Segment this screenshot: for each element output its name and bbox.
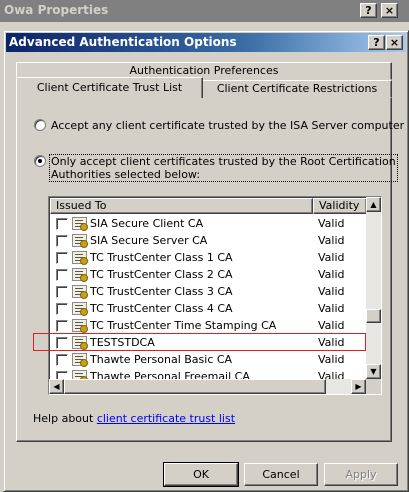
scrollbar-corner: [366, 379, 381, 394]
issued-to: TC TrustCenter Class 1 CA: [90, 251, 233, 264]
certificate-icon: [72, 268, 88, 282]
list-item[interactable]: SIA Secure Server CA Valid: [49, 232, 369, 249]
vertical-scroll-thumb[interactable]: [366, 309, 381, 323]
only-accept-label[interactable]: Only accept client certificates trusted …: [49, 154, 398, 182]
tab-client-certificate-restrictions[interactable]: Client Certificate Restrictions: [202, 80, 392, 98]
owner-title: Owa Properties: [4, 3, 109, 17]
scroll-down-arrow-icon[interactable]: ▼: [366, 364, 381, 379]
only-accept-line1: Only accept client certificates trusted …: [51, 155, 396, 168]
cancel-button[interactable]: Cancel: [244, 463, 318, 486]
accept-any-label[interactable]: Accept any client certificate trusted by…: [51, 119, 404, 132]
row-checkbox[interactable]: [56, 320, 68, 332]
row-checkbox[interactable]: [56, 269, 68, 281]
certificate-icon: [72, 251, 88, 265]
owner-help-button[interactable]: ?: [360, 3, 377, 18]
validity: Valid: [318, 251, 345, 264]
issued-to: TC TrustCenter Time Stamping CA: [90, 319, 277, 332]
ok-button[interactable]: OK: [163, 462, 239, 487]
apply-button[interactable]: Apply: [324, 463, 398, 486]
certificate-icon: [72, 319, 88, 333]
certificate-icon: [72, 217, 88, 231]
row-checkbox[interactable]: [56, 286, 68, 298]
list-item[interactable]: TC TrustCenter Time Stamping CA Valid: [49, 317, 369, 334]
scroll-up-arrow-icon[interactable]: ▲: [366, 197, 381, 212]
accept-any-radio[interactable]: [34, 119, 46, 131]
validity: Valid: [318, 234, 345, 247]
issued-to: Thawte Personal Basic CA: [90, 353, 233, 366]
help-prefix: Help about: [33, 412, 97, 425]
validity: Valid: [318, 268, 345, 281]
validity: Valid: [318, 285, 345, 298]
dialog-title-bar[interactable]: Advanced Authentication Options: [6, 33, 406, 52]
owner-close-button[interactable]: ×: [381, 3, 398, 18]
row-checkbox[interactable]: [56, 252, 68, 264]
owner-title-bar[interactable]: Owa Properties: [0, 0, 409, 22]
vertical-scrollbar[interactable]: ▲ ▼: [366, 197, 381, 379]
list-item[interactable]: TC TrustCenter Class 4 CA Valid: [49, 300, 369, 317]
only-accept-radio[interactable]: [34, 155, 46, 167]
highlight-box: [33, 333, 366, 351]
help-link[interactable]: client certificate trust list: [97, 412, 235, 425]
trust-list[interactable]: Issued To Validity SIA Secure Client CA V…: [48, 196, 382, 395]
row-checkbox[interactable]: [56, 218, 68, 230]
row-checkbox[interactable]: [56, 235, 68, 247]
list-item[interactable]: TC TrustCenter Class 1 CA Valid: [49, 249, 369, 266]
dialog-help-button[interactable]: ?: [368, 35, 385, 50]
validity: Valid: [318, 319, 345, 332]
tab-client-certificate-trust-list[interactable]: Client Certificate Trust List: [16, 77, 203, 98]
row-checkbox[interactable]: [56, 354, 68, 366]
issued-to: TC TrustCenter Class 4 CA: [90, 302, 233, 315]
certificate-icon: [72, 234, 88, 248]
only-accept-line2: Authorities selected below:: [51, 168, 201, 181]
list-item[interactable]: TC TrustCenter Class 2 CA Valid: [49, 266, 369, 283]
help-text: Help about client certificate trust list: [33, 412, 235, 425]
issued-to: TC TrustCenter Class 2 CA: [90, 268, 233, 281]
column-header-validity[interactable]: Validity: [313, 198, 367, 214]
radio-selected-dot: [38, 159, 42, 163]
list-item[interactable]: TC TrustCenter Class 3 CA Valid: [49, 283, 369, 300]
dialog-title: Advanced Authentication Options: [9, 35, 237, 49]
horizontal-scroll-thumb[interactable]: [64, 379, 326, 394]
validity: Valid: [318, 353, 345, 366]
list-item[interactable]: Thawte Personal Basic CA Valid: [49, 351, 369, 368]
validity: Valid: [318, 217, 345, 230]
certificate-icon: [72, 353, 88, 367]
certificate-icon: [72, 285, 88, 299]
certificate-icon: [72, 302, 88, 316]
column-header-issued-to[interactable]: Issued To: [50, 198, 313, 214]
issued-to: TC TrustCenter Class 3 CA: [90, 285, 233, 298]
list-item[interactable]: SIA Secure Client CA Valid: [49, 215, 369, 232]
validity: Valid: [318, 302, 345, 315]
dialog-close-button[interactable]: ×: [386, 35, 403, 50]
issued-to: SIA Secure Client CA: [90, 217, 204, 230]
horizontal-scrollbar[interactable]: ◀ ▶: [49, 379, 366, 394]
scroll-left-arrow-icon[interactable]: ◀: [49, 379, 64, 394]
scroll-right-arrow-icon[interactable]: ▶: [351, 379, 366, 394]
row-checkbox[interactable]: [56, 303, 68, 315]
issued-to: SIA Secure Server CA: [90, 234, 208, 247]
